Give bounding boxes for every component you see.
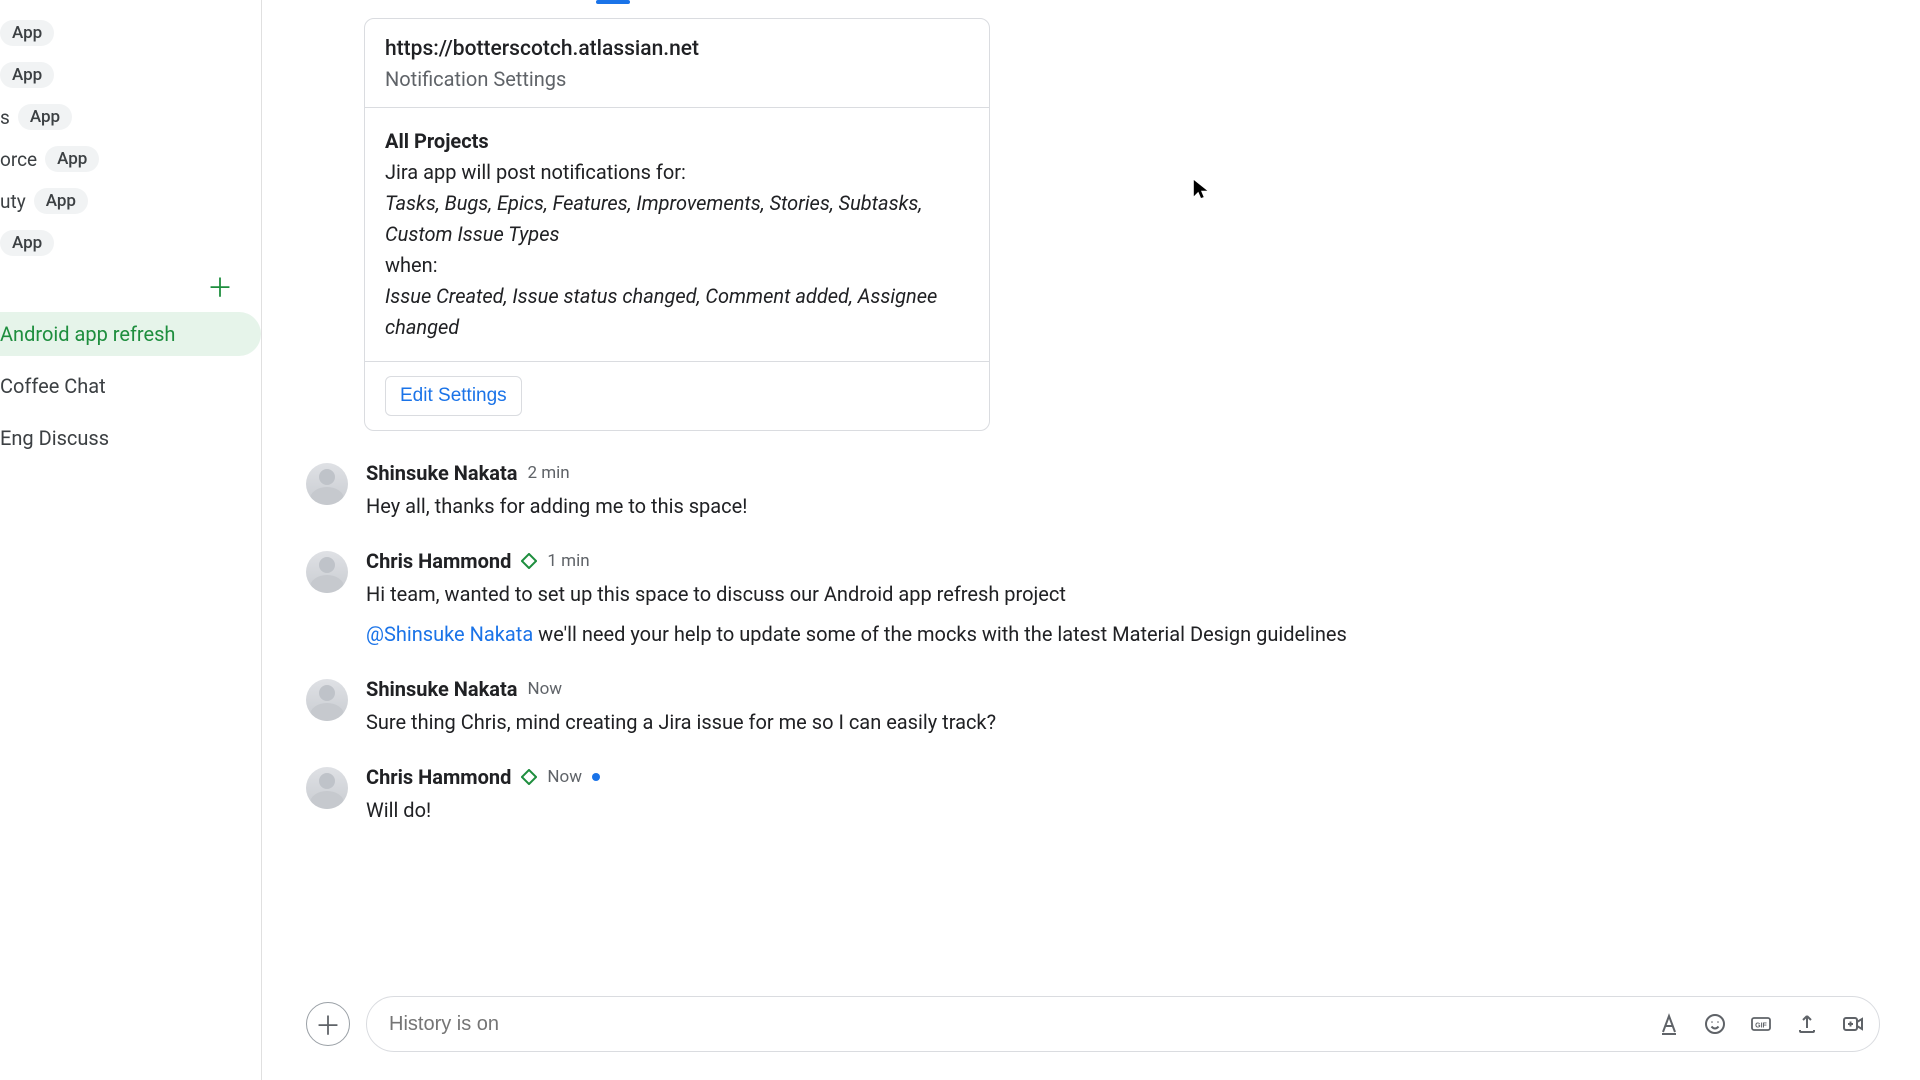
- content-scroll: https://botterscotch.atlassian.net Notif…: [306, 0, 1880, 982]
- message-header: Chris Hammond Now: [366, 765, 1880, 789]
- message-time: Now: [527, 679, 562, 699]
- sidebar-spaces-list: Android app refresh Coffee Chat Eng Disc…: [0, 312, 261, 460]
- compose-icons: GIF: [1657, 1012, 1865, 1036]
- message: Shinsuke Nakata 2 min Hey all, thanks for …: [306, 461, 1880, 521]
- app-pill: App: [0, 62, 54, 88]
- app-pill: App: [0, 20, 54, 46]
- compose-add-button[interactable]: ＋: [306, 1002, 350, 1046]
- message-text: Sure thing Chris, mind creating a Jira i…: [366, 707, 1880, 737]
- message-time: Now: [547, 767, 582, 787]
- message-sender: Chris Hammond: [366, 765, 511, 789]
- notif-triggers: Issue Created, Issue status changed, Com…: [385, 281, 969, 343]
- message-sender: Chris Hammond: [366, 549, 511, 573]
- video-add-icon[interactable]: [1841, 1012, 1865, 1036]
- message: Shinsuke Nakata Now Sure thing Chris, mind…: [306, 677, 1880, 737]
- space-item[interactable]: Coffee Chat: [0, 364, 261, 408]
- message-body: Chris Hammond 1 min Hi team, wanted to set…: [366, 549, 1880, 649]
- message-header: Chris Hammond 1 min: [366, 549, 1880, 573]
- unread-dot-icon: [592, 773, 600, 781]
- avatar[interactable]: [306, 767, 348, 809]
- space-item[interactable]: Android app refresh: [0, 312, 261, 356]
- notif-types: Tasks, Bugs, Epics, Features, Improvemen…: [385, 188, 969, 250]
- notif-when-label: when:: [385, 250, 969, 281]
- sidebar-app-item[interactable]: uty App: [0, 188, 261, 214]
- sidebar-app-fragment: orce: [0, 148, 37, 171]
- sidebar-app-fragment: s: [0, 106, 10, 129]
- message-time: 1 min: [547, 551, 589, 571]
- sidebar: AppAppsApporceApputyAppApp ＋ Android app…: [0, 0, 262, 1080]
- sidebar-add-row: ＋: [0, 276, 261, 302]
- edit-settings-button[interactable]: Edit Settings: [385, 376, 522, 416]
- message-text: Hi team, wanted to set up this space to …: [366, 579, 1880, 609]
- sidebar-app-item[interactable]: App: [0, 20, 261, 46]
- sidebar-app-fragment: uty: [0, 190, 26, 213]
- notif-subtitle: Notification Settings: [385, 67, 969, 91]
- main-pane: https://botterscotch.atlassian.net Notif…: [262, 0, 1920, 1080]
- notification-settings-card: https://botterscotch.atlassian.net Notif…: [364, 18, 990, 431]
- notif-card-header: https://botterscotch.atlassian.net Notif…: [365, 19, 989, 108]
- sidebar-app-item[interactable]: App: [0, 62, 261, 88]
- message: Chris Hammond Now Will do!: [306, 765, 1880, 825]
- notif-url: https://botterscotch.atlassian.net: [385, 37, 969, 61]
- add-space-icon[interactable]: ＋: [207, 276, 233, 302]
- sidebar-app-item[interactable]: orce App: [0, 146, 261, 172]
- message-body: Shinsuke Nakata Now Sure thing Chris, mind…: [366, 677, 1880, 737]
- plus-icon: ＋: [315, 1006, 341, 1043]
- message: Chris Hammond 1 min Hi team, wanted to set…: [306, 549, 1880, 649]
- notif-section-title: All Projects: [385, 126, 969, 157]
- avatar[interactable]: [306, 551, 348, 593]
- avatar[interactable]: [306, 463, 348, 505]
- gif-icon[interactable]: GIF: [1749, 1012, 1773, 1036]
- message-body: Chris Hammond Now Will do!: [366, 765, 1880, 825]
- message-sender: Shinsuke Nakata: [366, 461, 517, 485]
- app-pill: App: [18, 104, 72, 130]
- upload-icon[interactable]: [1795, 1012, 1819, 1036]
- sidebar-app-item[interactable]: s App: [0, 104, 261, 130]
- compose-input-container: GIF: [366, 996, 1880, 1052]
- notif-card-body: All Projects Jira app will post notifica…: [365, 108, 989, 362]
- notif-line1: Jira app will post notifications for:: [385, 157, 969, 188]
- message-text: Hey all, thanks for adding me to this sp…: [366, 491, 1880, 521]
- notif-card-footer: Edit Settings: [365, 362, 989, 430]
- svg-text:GIF: GIF: [1755, 1023, 1767, 1030]
- message-text: Will do!: [366, 795, 1880, 825]
- app-pill: App: [34, 188, 88, 214]
- app-pill: App: [45, 146, 99, 172]
- space-item[interactable]: Eng Discuss: [0, 416, 261, 460]
- message-list: Shinsuke Nakata 2 min Hey all, thanks for …: [306, 461, 1880, 825]
- verified-diamond-icon: [521, 553, 537, 569]
- message-header: Shinsuke Nakata Now: [366, 677, 1880, 701]
- app-pill: App: [0, 230, 54, 256]
- message-text: @Shinsuke Nakata we'll need your help to…: [366, 619, 1880, 649]
- sidebar-app-item[interactable]: App: [0, 230, 261, 256]
- mention[interactable]: @Shinsuke Nakata: [366, 622, 533, 646]
- message-body: Shinsuke Nakata 2 min Hey all, thanks for …: [366, 461, 1880, 521]
- composer-row: ＋ GIF: [306, 982, 1880, 1080]
- message-time: 2 min: [527, 463, 569, 483]
- format-icon[interactable]: [1657, 1012, 1681, 1036]
- message-sender: Shinsuke Nakata: [366, 677, 517, 701]
- message-header: Shinsuke Nakata 2 min: [366, 461, 1880, 485]
- active-tab-indicator: [596, 0, 630, 4]
- verified-diamond-icon: [521, 769, 537, 785]
- sidebar-apps-list: AppAppsApporceApputyAppApp: [0, 20, 261, 256]
- avatar[interactable]: [306, 679, 348, 721]
- emoji-icon[interactable]: [1703, 1012, 1727, 1036]
- compose-input[interactable]: [389, 1013, 1643, 1036]
